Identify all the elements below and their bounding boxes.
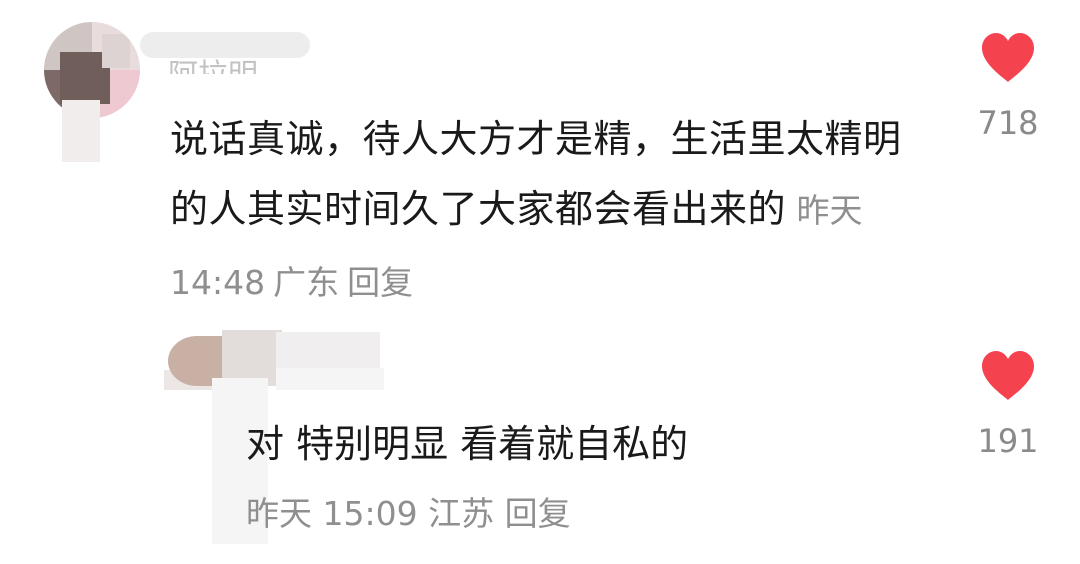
username[interactable]: 阿拉明 [140, 28, 310, 74]
reply-button[interactable]: 回复 [505, 494, 571, 533]
comment-meta: 昨天 15:09 江苏 回复 [246, 484, 571, 544]
comment-body: 对 特别明显 看着就自私的 [246, 412, 946, 476]
heart-icon[interactable] [980, 32, 1036, 84]
blur-overlay [62, 100, 100, 162]
blur-overlay [276, 368, 384, 390]
comment-time: 昨天 15:09 [246, 494, 418, 533]
reply-button[interactable]: 回复 [347, 263, 413, 302]
like-button[interactable]: 718 [968, 32, 1048, 142]
blur-overlay [276, 332, 380, 368]
comment-text: 对 特别明显 看着就自私的 [246, 422, 689, 466]
comment-location: 江苏 [428, 494, 495, 533]
blur-overlay [140, 32, 310, 58]
comment-location: 广东 [273, 263, 340, 302]
heart-icon[interactable] [980, 350, 1036, 402]
comment-body: 说话真诚，待人大方才是精，生活里太精明的人其实时间久了大家都会看出来的 昨天 1… [170, 104, 910, 318]
like-button[interactable]: 191 [968, 350, 1048, 460]
like-count: 718 [977, 104, 1039, 142]
like-count: 191 [977, 422, 1039, 460]
avatar[interactable] [164, 330, 390, 390]
avatar-pixel-block [102, 34, 130, 68]
